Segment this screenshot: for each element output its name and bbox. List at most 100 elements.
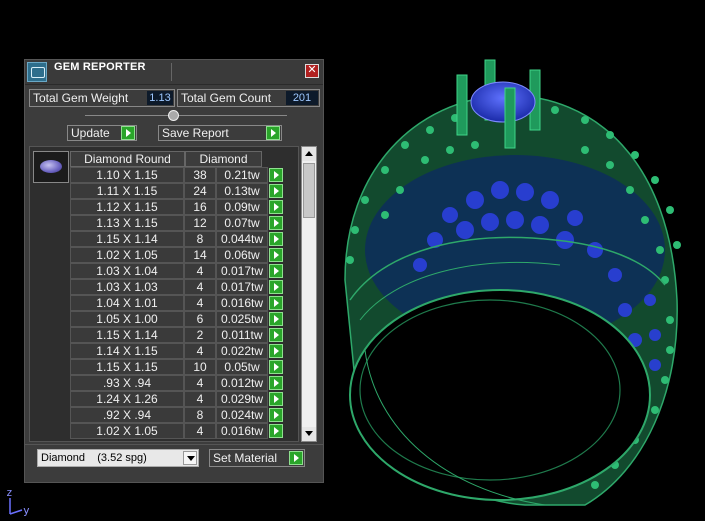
column-header-material[interactable]: Diamond <box>185 151 262 167</box>
table-row[interactable]: 1.14 X 1.15 4 0.022tw <box>70 343 292 359</box>
save-report-button[interactable]: Save Report <box>158 125 282 141</box>
scroll-up-icon[interactable] <box>302 147 316 161</box>
gem-size-cell: 1.02 X 1.05 <box>70 247 184 263</box>
gem-weight-cell: 0.029tw <box>216 391 268 407</box>
gem-size-cell: 1.15 X 1.15 <box>70 359 184 375</box>
arrow-right-icon[interactable] <box>269 280 283 294</box>
arrow-right-icon[interactable] <box>269 376 283 390</box>
list-scrollbar[interactable] <box>301 146 317 442</box>
table-row[interactable]: 1.15 X 1.14 8 0.044tw <box>70 231 292 247</box>
axis-y-label: y <box>23 504 30 517</box>
gem-count-cell: 14 <box>184 247 216 263</box>
panel-title: GEM REPORTER <box>54 61 146 73</box>
set-material-button-label: Set Material <box>213 451 278 465</box>
arrow-right-icon <box>289 451 303 465</box>
table-row[interactable]: 1.12 X 1.15 16 0.09tw <box>70 199 292 215</box>
arrow-right-icon[interactable] <box>269 232 283 246</box>
table-row[interactable]: 1.15 X 1.14 2 0.011tw <box>70 327 292 343</box>
table-row[interactable]: 1.10 X 1.15 38 0.21tw <box>70 167 292 183</box>
table-row[interactable]: 1.15 X 1.15 10 0.05tw <box>70 359 292 375</box>
gem-count-cell: 4 <box>184 263 216 279</box>
arrow-right-icon[interactable] <box>269 312 283 326</box>
set-material-button[interactable]: Set Material <box>209 449 305 467</box>
gem-reporter-panel: GEM REPORTER ✕ Total Gem Weight 1.13 Tot… <box>24 59 324 483</box>
gem-weight-cell: 0.016tw <box>216 295 268 311</box>
gem-count-cell: 4 <box>184 343 216 359</box>
gem-count-cell: 4 <box>184 391 216 407</box>
gem-weight-cell: 0.017tw <box>216 263 268 279</box>
gem-count-cell: 6 <box>184 311 216 327</box>
table-row[interactable]: 1.13 X 1.15 12 0.07tw <box>70 215 292 231</box>
arrow-right-icon[interactable] <box>269 296 283 310</box>
table-row[interactable]: 1.11 X 1.15 24 0.13tw <box>70 183 292 199</box>
gem-count-cell: 16 <box>184 199 216 215</box>
gem-size-cell: 1.03 X 1.03 <box>70 279 184 295</box>
arrow-right-icon[interactable] <box>269 328 283 342</box>
gem-count-cell: 4 <box>184 279 216 295</box>
arrow-right-icon[interactable] <box>269 408 283 422</box>
arrow-right-icon[interactable] <box>269 184 283 198</box>
gem-weight-cell: 0.025tw <box>216 311 268 327</box>
panel-titlebar[interactable]: GEM REPORTER ✕ <box>25 60 323 85</box>
total-weight-label: Total Gem Weight <box>33 91 129 105</box>
arrow-right-icon[interactable] <box>269 216 283 230</box>
arrow-right-icon <box>266 126 280 140</box>
table-row[interactable]: 1.05 X 1.00 6 0.025tw <box>70 311 292 327</box>
table-row[interactable]: 1.03 X 1.03 4 0.017tw <box>70 279 292 295</box>
titlebar-divider <box>171 63 172 81</box>
arrow-right-icon[interactable] <box>269 344 283 358</box>
gem-count-cell: 2 <box>184 327 216 343</box>
gem-count-cell: 4 <box>184 295 216 311</box>
gem-weight-cell: 0.012tw <box>216 375 268 391</box>
column-header-shape[interactable]: Diamond Round <box>70 151 185 167</box>
close-icon[interactable]: ✕ <box>305 64 319 78</box>
gem-size-cell: .93 X .94 <box>70 375 184 391</box>
total-count-label: Total Gem Count <box>181 91 272 105</box>
gem-size-cell: 1.04 X 1.01 <box>70 295 184 311</box>
table-row[interactable]: 1.04 X 1.01 4 0.016tw <box>70 295 292 311</box>
axis-z-label: z <box>6 486 13 499</box>
gem-size-cell: 1.14 X 1.15 <box>70 343 184 359</box>
axis-gizmo: z y <box>4 486 44 518</box>
gem-rows: 1.10 X 1.15 38 0.21tw 1.11 X 1.15 24 0.13tw 1.… <box>70 167 292 439</box>
arrow-right-icon[interactable] <box>269 392 283 406</box>
gem-count-cell: 38 <box>184 167 216 183</box>
arrow-right-icon[interactable] <box>269 168 283 182</box>
gem-size-cell: 1.11 X 1.15 <box>70 183 184 199</box>
table-row[interactable]: 1.24 X 1.26 4 0.029tw <box>70 391 292 407</box>
total-count-box: Total Gem Count 201 <box>177 89 320 107</box>
material-select[interactable]: Diamond (3.52 spg) <box>37 449 199 467</box>
gem-weight-cell: 0.011tw <box>216 327 268 343</box>
ring-model[interactable] <box>325 50 705 520</box>
arrow-right-icon[interactable] <box>269 264 283 278</box>
slider-handle[interactable] <box>168 110 179 121</box>
table-row[interactable]: .92 X .94 8 0.024tw <box>70 407 292 423</box>
gem-size-cell: 1.15 X 1.14 <box>70 231 184 247</box>
gem-weight-cell: 0.017tw <box>216 279 268 295</box>
table-row[interactable]: 1.02 X 1.05 4 0.016tw <box>70 423 292 439</box>
gem-count-cell: 8 <box>184 407 216 423</box>
material-select-value: Diamond (3.52 spg) <box>41 452 147 464</box>
update-button[interactable]: Update <box>67 125 137 141</box>
gem-thumbnail-icon[interactable] <box>33 151 69 183</box>
dropdown-arrow-icon[interactable] <box>183 451 197 465</box>
total-count-value: 201 <box>286 91 318 105</box>
gem-list[interactable]: Diamond Round Diamond 1.10 X 1.15 38 0.21t… <box>29 146 299 442</box>
gem-count-cell: 4 <box>184 375 216 391</box>
scroll-down-icon[interactable] <box>302 427 316 441</box>
arrow-right-icon[interactable] <box>269 360 283 374</box>
arrow-right-icon[interactable] <box>269 424 283 438</box>
gem-weight-cell: 0.21tw <box>216 167 268 183</box>
gem-weight-cell: 0.06tw <box>216 247 268 263</box>
update-button-label: Update <box>71 126 110 140</box>
scroll-thumb[interactable] <box>303 163 315 218</box>
gem-count-cell: 10 <box>184 359 216 375</box>
table-row[interactable]: .93 X .94 4 0.012tw <box>70 375 292 391</box>
arrow-right-icon[interactable] <box>269 200 283 214</box>
arrow-right-icon[interactable] <box>269 248 283 262</box>
total-weight-box: Total Gem Weight 1.13 <box>29 89 175 107</box>
table-row[interactable]: 1.03 X 1.04 4 0.017tw <box>70 263 292 279</box>
slider-track[interactable] <box>85 115 287 116</box>
table-row[interactable]: 1.02 X 1.05 14 0.06tw <box>70 247 292 263</box>
gem-weight-cell: 0.044tw <box>216 231 268 247</box>
